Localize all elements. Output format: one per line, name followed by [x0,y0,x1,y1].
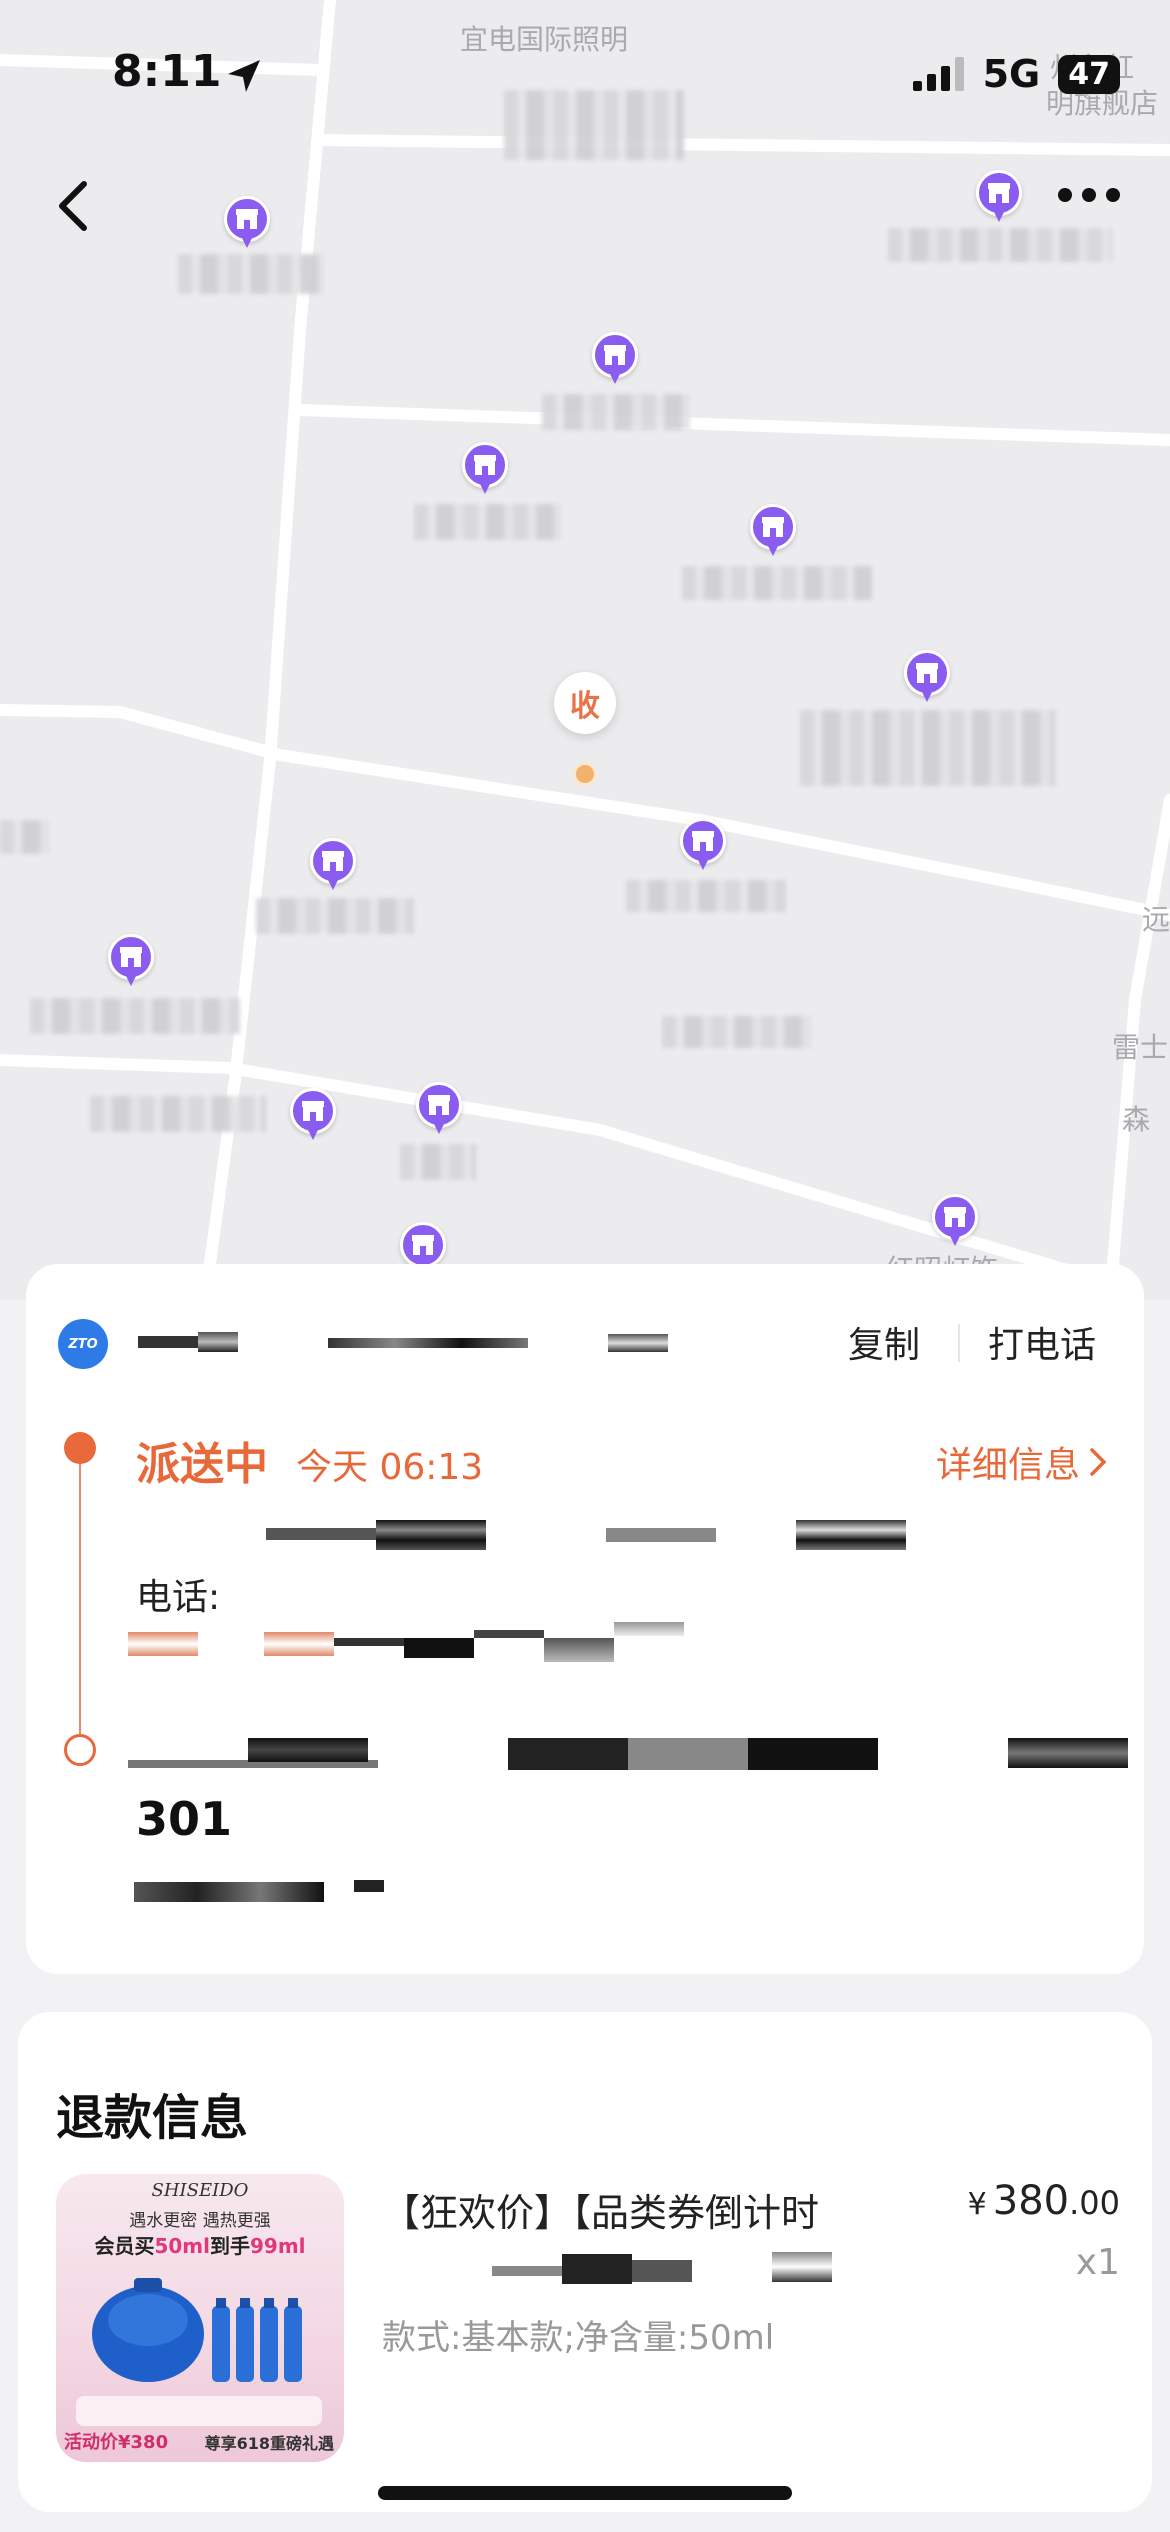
back-button[interactable] [52,176,96,236]
receiver-marker[interactable]: 收 [554,672,616,786]
product-price: ¥380.00 [967,2178,1120,2224]
product-slogan: 遇水更密 遇热更强 [129,2211,271,2231]
timeline-current-dot [64,1432,96,1464]
store-pin[interactable] [680,818,726,876]
product-image[interactable]: SHISEIDO 遇水更密 遇热更强 会员买50ml到手99ml 活动价¥380… [56,2174,344,2462]
divider [958,1324,960,1362]
detail-info-label: 详细信息 [935,1445,1080,1486]
refund-card: 退款信息 SHISEIDO 遇水更密 遇热更强 会员买50ml到手99ml 活动… [18,2012,1152,2512]
tracking-number [138,1330,678,1358]
delivery-status: 派送中 [136,1439,268,1490]
signal-icon [912,57,964,91]
address-detail-redacted [134,1876,414,1904]
store-pin[interactable] [108,934,154,992]
status-bar-time: 8:11 [112,46,222,97]
poi-label [542,394,690,430]
poi-label [682,566,872,600]
map-label-nvc: 雷士 [1112,1031,1169,1064]
poi-label [178,254,324,294]
timeline-line [79,1446,81,1736]
poi-label [626,880,786,912]
chevron-right-icon [1090,1448,1107,1476]
location-arrow-icon [228,60,260,92]
sunscreen-bottles-icon [92,2278,302,2382]
timeline-destination-dot [64,1734,96,1766]
product-brand: SHISEIDO [151,2180,249,2201]
product-image-footer: 尊享618重磅礼遇 [204,2434,334,2453]
receiver-location-dot [573,762,597,786]
store-pin[interactable] [976,170,1022,228]
product-quantity: x1 [1075,2242,1120,2283]
call-button[interactable]: 打电话 [988,1316,1096,1368]
courier-info-redacted [266,1518,1106,1554]
store-pin[interactable] [932,1194,978,1252]
poi-label [504,90,684,160]
poi-label [414,504,562,540]
detail-info-link[interactable]: 详细信息 [936,1436,1108,1488]
product-name[interactable]: 【狂欢价】【品类券倒计时 [382,2182,819,2237]
poi-label [30,998,240,1034]
product-image-promo-strip [76,2396,322,2426]
map-label-far: 远 [1142,903,1170,936]
poi-label [90,1096,266,1132]
address-room-number: 301 [136,1792,233,1846]
product-name-redacted [382,2250,902,2290]
poi-label [800,710,1056,786]
store-pin[interactable] [750,504,796,562]
poi-label [888,228,1112,262]
address-redacted [128,1734,1128,1778]
home-indicator [378,2486,792,2500]
more-button[interactable] [1058,188,1120,202]
courier-logo: ZTO [58,1319,108,1369]
store-pin[interactable] [904,650,950,708]
poi-label [256,898,414,934]
phone-number-redacted [128,1622,688,1666]
poi-label [400,1144,476,1180]
product-image-price: 活动价¥380 [64,2432,169,2453]
receiver-marker-label: 收 [554,672,616,734]
store-pin[interactable] [416,1082,462,1140]
store-pin[interactable] [462,442,508,500]
store-pin[interactable] [310,838,356,896]
phone-label: 电话: [136,1577,221,1618]
screen: 宜电国际照明 州留虹 明旗舰店 远 雷士 森 红昭灯饰 [0,0,1170,2532]
copy-button[interactable]: 复制 [848,1316,920,1368]
refund-title: 退款信息 [56,2090,249,2146]
product-promo: 会员买50ml到手99ml [94,2234,306,2258]
battery-level: 47 [1058,54,1120,94]
store-pin[interactable] [224,196,270,254]
store-pin[interactable] [592,332,638,390]
poi-label [662,1016,812,1048]
delivery-status-time: 今天 06:13 [296,1447,484,1488]
status-bar-right: 5G 47 [912,52,1120,96]
map-label-lighting: 宜电国际照明 [460,23,629,56]
map-view[interactable]: 宜电国际照明 州留虹 明旗舰店 远 雷士 森 红昭灯饰 [0,0,1170,1300]
map-label-sen: 森 [1122,1103,1151,1136]
network-type: 5G [982,52,1041,96]
poi-label [0,820,50,854]
delivery-card: ZTO 复制 打电话 派送中 今天 06:13 详细信息 电话: 301 [26,1264,1144,1974]
product-spec: 款式:基本款;净含量:50ml [382,2318,775,2358]
store-pin[interactable] [290,1088,336,1146]
